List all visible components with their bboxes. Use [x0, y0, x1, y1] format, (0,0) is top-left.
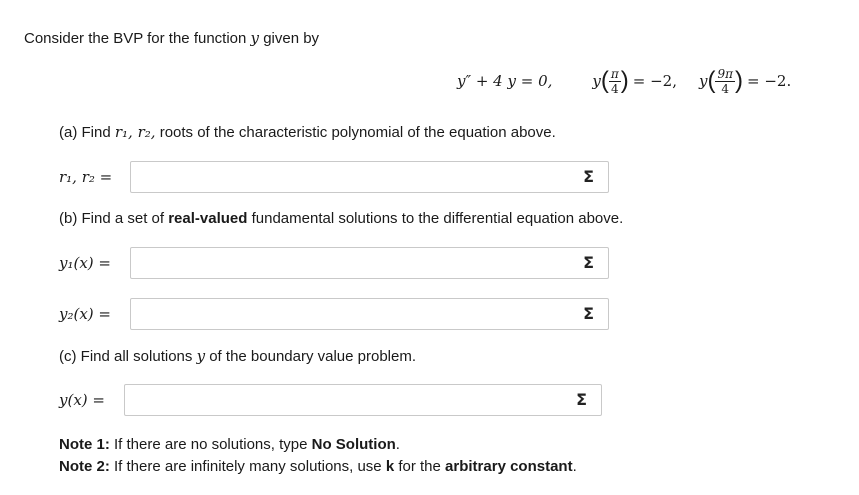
- sigma-icon[interactable]: Σ: [583, 168, 594, 186]
- bvp-equation: y″ + 4 y = 0, y ( π 4 ) = −2, y ( 9π 4 )…: [457, 66, 792, 96]
- intro-text: Consider the BVP for the function y give…: [24, 29, 320, 47]
- solution-input[interactable]: [125, 385, 601, 415]
- bc2-value: = −2.: [747, 72, 792, 90]
- note-1: Note 1: If there are no solutions, type …: [59, 436, 400, 453]
- solution-label: y(x) =: [59, 391, 105, 409]
- ode: y″ + 4 y = 0,: [457, 72, 553, 90]
- part-a-label: r₁, r₂ =: [59, 168, 113, 186]
- solution-input-box[interactable]: Σ: [124, 384, 602, 416]
- part-c-prompt: (c) Find all solutions y of the boundary…: [59, 347, 417, 365]
- y1-input-box[interactable]: Σ: [130, 247, 609, 279]
- bc1-argument: π 4: [608, 66, 621, 96]
- part-a-prompt: (a) Find r₁, r₂, roots of the characteri…: [59, 123, 556, 141]
- y1-label: y₁(x) =: [59, 254, 111, 272]
- bc1-function: y: [592, 72, 601, 90]
- roots-input[interactable]: [131, 162, 608, 192]
- sigma-icon[interactable]: Σ: [576, 391, 587, 409]
- y2-input[interactable]: [131, 299, 608, 329]
- sigma-icon[interactable]: Σ: [583, 254, 594, 272]
- y2-label: y₂(x) =: [59, 305, 111, 323]
- roots-input-box[interactable]: Σ: [130, 161, 609, 193]
- sigma-icon[interactable]: Σ: [583, 305, 594, 323]
- y2-input-box[interactable]: Σ: [130, 298, 609, 330]
- bc2-argument: 9π 4: [715, 66, 735, 96]
- note-2: Note 2: If there are infinitely many sol…: [59, 458, 577, 475]
- bc2-function: y: [698, 72, 708, 90]
- y1-input[interactable]: [131, 248, 608, 278]
- part-b-prompt: (b) Find a set of real-valued fundamenta…: [59, 210, 624, 227]
- bc1-value: = −2,: [632, 72, 677, 90]
